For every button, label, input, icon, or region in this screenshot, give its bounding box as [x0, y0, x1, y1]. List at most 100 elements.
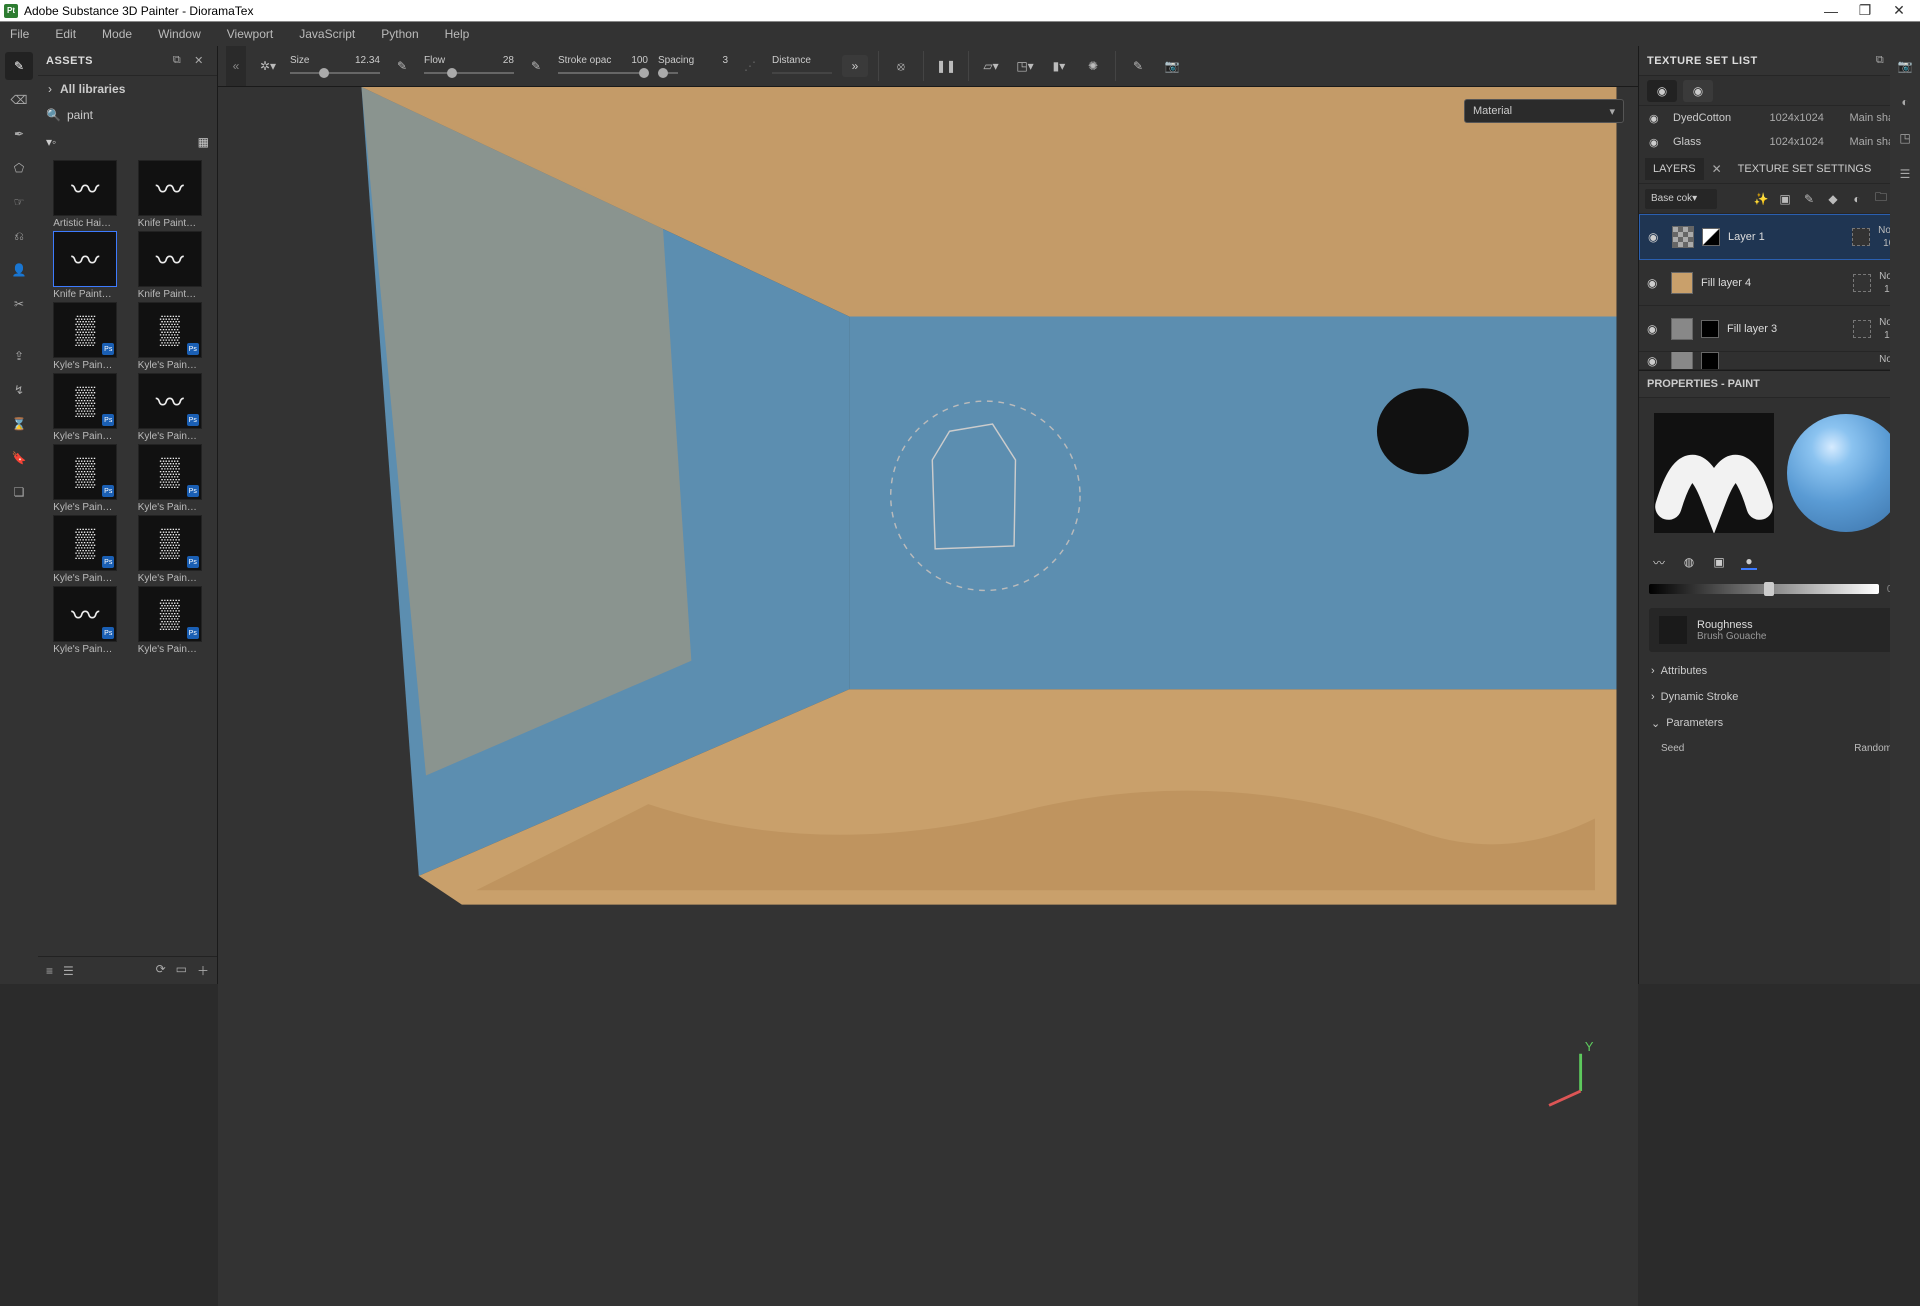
list-small-icon[interactable]: ≡ — [46, 964, 53, 978]
resource-icon[interactable]: ❏ — [5, 478, 33, 506]
attributes-accordion[interactable]: ›Attributes — [1639, 658, 1920, 684]
asset-item[interactable]: 〰PsKyle's Pain… — [44, 586, 127, 655]
texture-set-settings-tab[interactable]: TEXTURE SET SETTINGS — [1730, 158, 1880, 180]
maximize-button[interactable]: ❐ — [1848, 1, 1882, 21]
history-icon[interactable]: ☰ — [1895, 164, 1915, 184]
pause-button[interactable]: ❚❚ — [934, 54, 958, 78]
layer-mask-thumbnail[interactable] — [1702, 228, 1720, 246]
add-effect-button[interactable]: ✨ — [1752, 190, 1770, 208]
flow-brush-icon[interactable]: ✎ — [390, 54, 414, 78]
asset-item[interactable]: 〰Knife Paint… — [129, 231, 212, 300]
all-visibility-button[interactable]: ◉ — [1683, 80, 1713, 102]
3d-viewport[interactable]: Material Y — [218, 87, 1638, 1306]
list-large-icon[interactable]: ☰ — [63, 964, 74, 978]
asset-item[interactable]: 〰PsKyle's Pain… — [129, 373, 212, 442]
asset-item[interactable]: ▒PsKyle's Pain… — [44, 302, 127, 371]
environment-button[interactable]: ✺ — [1081, 54, 1105, 78]
baking-button[interactable]: ✎ — [1126, 54, 1150, 78]
asset-item[interactable]: 〰Knife Paint… — [129, 160, 212, 229]
asset-item[interactable]: ▒PsKyle's Pain… — [44, 515, 127, 584]
layer-row[interactable]: ◉ Fill layer 3 Norm⌄100 ⌄ — [1639, 306, 1920, 352]
display-settings-icon[interactable]: ◐ — [1895, 92, 1915, 112]
collapse-toolbar-button[interactable]: « — [226, 46, 246, 86]
smudge-tool[interactable]: ☞ — [5, 188, 33, 216]
brush-preset-icon[interactable]: ✲▾ — [256, 54, 280, 78]
stencil-tab-icon[interactable]: ▣ — [1711, 554, 1727, 570]
camera-mode-button[interactable]: ▮▾ — [1047, 54, 1071, 78]
layer-visibility-icon[interactable]: ◉ — [1647, 322, 1663, 336]
layer-mask-thumbnail[interactable] — [1701, 352, 1719, 370]
add-paint-layer-button[interactable]: ✎ — [1800, 190, 1818, 208]
layer-row[interactable]: ◉ Layer 1 Norm⌄100 ⌄ — [1639, 214, 1920, 260]
asset-item[interactable]: ▒PsKyle's Pain… — [44, 444, 127, 513]
layer-visibility-icon[interactable]: ◉ — [1647, 276, 1663, 290]
minimize-button[interactable]: — — [1814, 1, 1848, 21]
folder-icon[interactable]: ▭ — [176, 962, 187, 979]
add-smart-material-button[interactable]: ◐ — [1848, 190, 1866, 208]
render-button[interactable]: 📷 — [1160, 54, 1184, 78]
asset-item[interactable]: 〰Knife Paint… — [44, 231, 127, 300]
distance-icon[interactable]: ⋰ — [738, 54, 762, 78]
close-panel-button[interactable]: ✕ — [189, 51, 209, 71]
undock-panel-button[interactable]: ⧉ — [167, 51, 187, 71]
visibility-eye-icon[interactable]: ◉ — [1649, 112, 1663, 125]
add-mask-button[interactable]: ▣ — [1776, 190, 1794, 208]
asset-item[interactable]: ▒PsKyle's Pain… — [129, 515, 212, 584]
spacing-slider[interactable] — [658, 68, 728, 78]
close-layers-tab[interactable]: ✕ — [1708, 162, 1726, 176]
brush-tab-icon[interactable]: 〰 — [1651, 554, 1667, 570]
camera-icon[interactable]: 📷 — [1895, 56, 1915, 76]
menu-window[interactable]: Window — [154, 24, 205, 44]
menu-python[interactable]: Python — [377, 24, 422, 44]
menu-help[interactable]: Help — [441, 24, 474, 44]
channel-box[interactable]: Roughness Brush Gouache ✕ — [1649, 608, 1910, 652]
visibility-eye-icon[interactable]: ◉ — [1649, 136, 1663, 149]
symmetry-button[interactable]: ⦻ — [889, 54, 913, 78]
asset-item[interactable]: ▒PsKyle's Pain… — [44, 373, 127, 442]
layer-row[interactable]: ◉ Fill layer 4 Norm⌄100 ⌄ — [1639, 260, 1920, 306]
alpha-tab-icon[interactable]: ◍ — [1681, 554, 1697, 570]
solo-visibility-button[interactable]: ◉ — [1647, 80, 1677, 102]
timer-icon[interactable]: ⌛ — [5, 410, 33, 438]
menu-viewport[interactable]: Viewport — [223, 24, 277, 44]
close-window-button[interactable]: ✕ — [1882, 1, 1916, 21]
material-tab-icon[interactable]: ● — [1741, 554, 1757, 570]
material-picker-tool[interactable]: 👤 — [5, 256, 33, 284]
add-fill-layer-button[interactable]: ◆ — [1824, 190, 1842, 208]
shader-settings-icon[interactable]: ◳ — [1895, 128, 1915, 148]
library-selector[interactable]: › All libraries — [38, 76, 217, 102]
menu-edit[interactable]: Edit — [51, 24, 80, 44]
menu-mode[interactable]: Mode — [98, 24, 136, 44]
asset-item[interactable]: ▒PsKyle's Pain… — [129, 302, 212, 371]
iray-shortcut[interactable]: ↯ — [5, 376, 33, 404]
clone-tool[interactable]: ⎌ — [5, 222, 33, 250]
asset-item[interactable]: 〰Artistic Hai… — [44, 160, 127, 229]
opacity-brush-icon[interactable]: ✎ — [524, 54, 548, 78]
layer-visibility-icon[interactable]: ◉ — [1648, 230, 1664, 244]
blend-mode-dropdown[interactable]: Base cok ▾ — [1645, 189, 1717, 209]
bookmark-icon[interactable]: 🔖 — [5, 444, 33, 472]
layer-visibility-icon[interactable]: ◉ — [1647, 354, 1663, 368]
asset-item[interactable]: ▒PsKyle's Pain… — [129, 586, 212, 655]
polygon-fill-tool[interactable]: ⬠ — [5, 154, 33, 182]
rotation-button[interactable]: ◳▾ — [1013, 54, 1037, 78]
size-slider[interactable] — [290, 68, 380, 78]
export-shortcut[interactable]: ⇪ — [5, 342, 33, 370]
dynamic-stroke-accordion[interactable]: ›Dynamic Stroke — [1639, 684, 1920, 710]
menu-javascript[interactable]: JavaScript — [295, 24, 359, 44]
perspective-button[interactable]: ▱▾ — [979, 54, 1003, 78]
asset-search-input[interactable] — [67, 108, 222, 122]
layer-mask-thumbnail[interactable] — [1701, 320, 1719, 338]
more-tools-button[interactable]: » — [842, 55, 868, 77]
layers-tab[interactable]: LAYERS — [1645, 158, 1704, 180]
parameters-accordion[interactable]: ⌄Parameters — [1639, 710, 1920, 736]
add-folder-button[interactable]: 🗀 — [1872, 190, 1890, 208]
menu-file[interactable]: File — [6, 24, 33, 44]
erase-tool[interactable]: ⌫ — [5, 86, 33, 114]
texture-set-row[interactable]: ◉DyedCotton1024x1024Main shader — [1639, 106, 1920, 130]
property-gradient-slider[interactable] — [1649, 584, 1879, 594]
shading-mode-dropdown[interactable]: Material — [1464, 99, 1624, 123]
asset-item[interactable]: ▒PsKyle's Pain… — [129, 444, 212, 513]
grid-view-button[interactable]: ▦ — [198, 135, 209, 149]
physical-tool[interactable]: ✂ — [5, 290, 33, 318]
